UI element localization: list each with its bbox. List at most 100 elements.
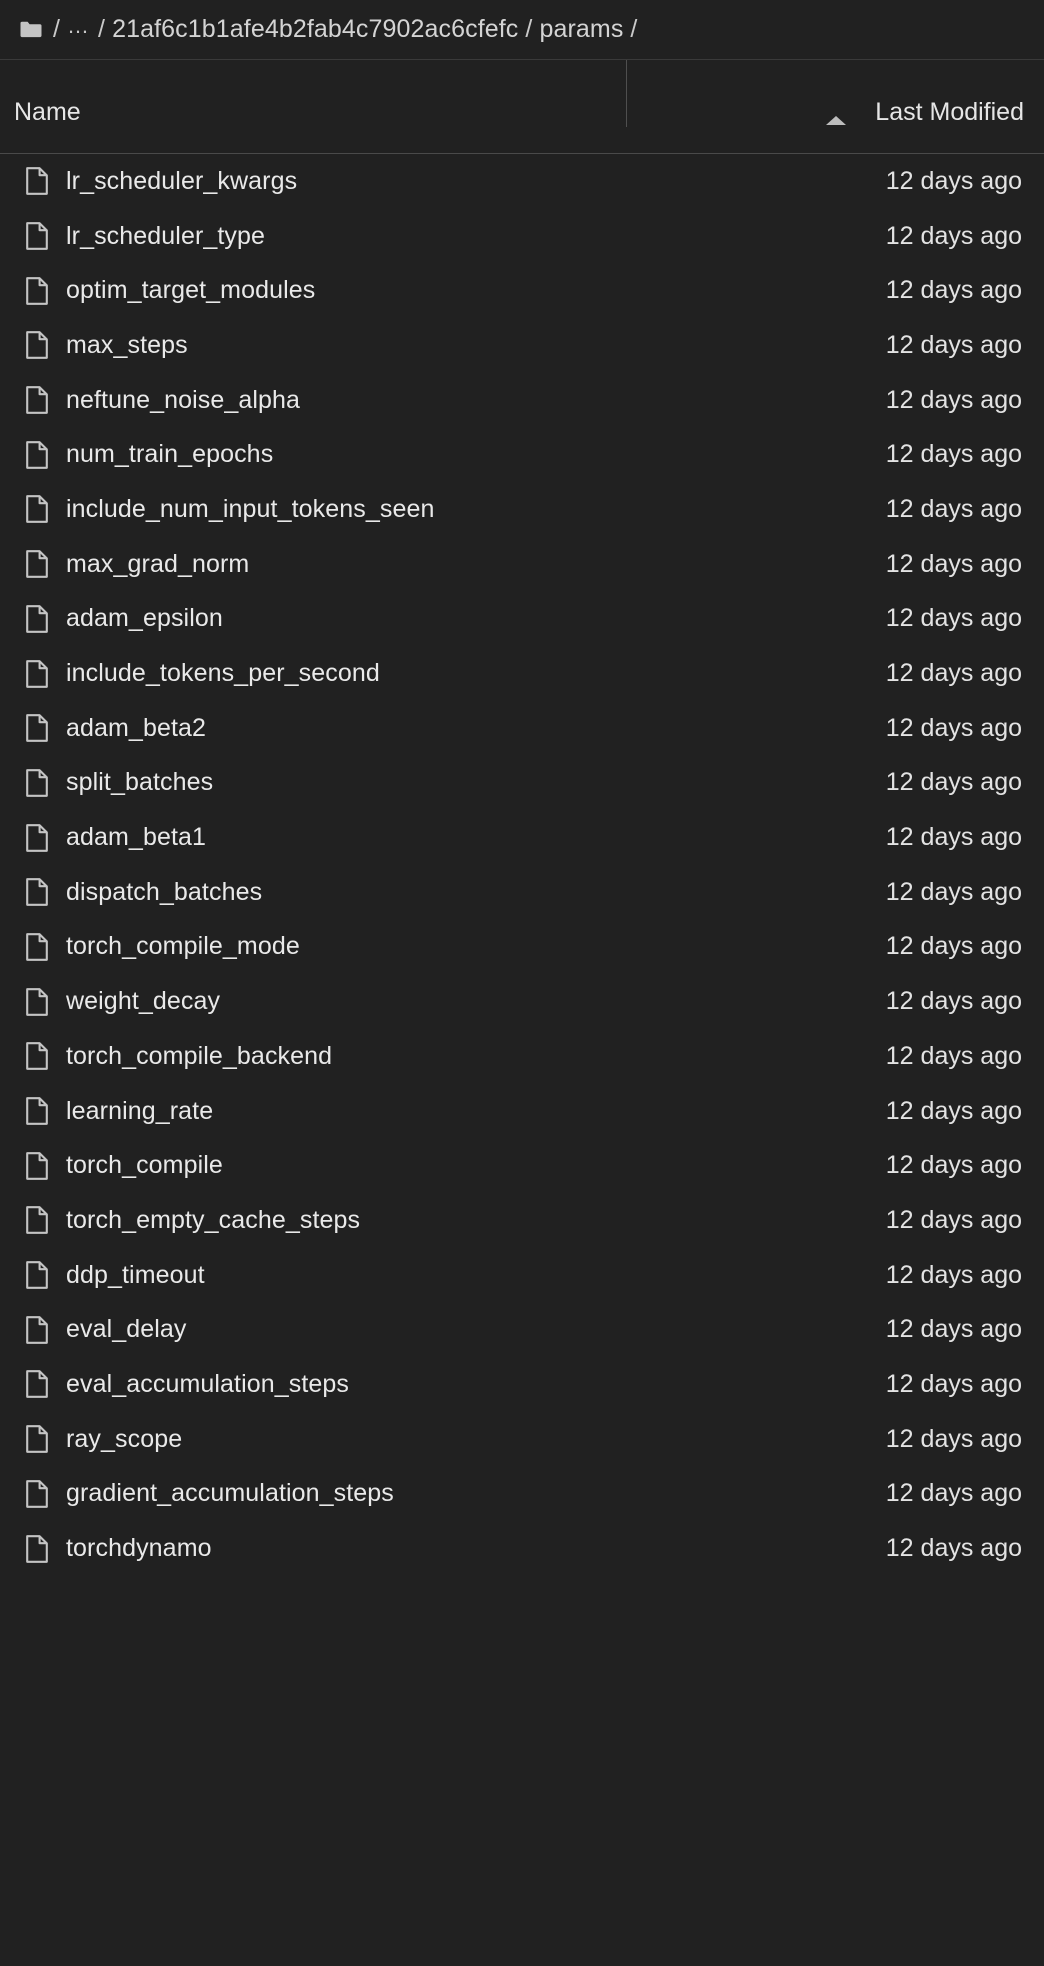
breadcrumb-overflow-ellipsis[interactable]: … [67,14,91,37]
file-icon [26,714,48,743]
row-name-cell: torch_compile_mode [0,932,626,961]
file-icon [26,659,48,688]
file-name-label: torch_compile_mode [66,932,300,961]
row-name-cell: neftune_noise_alpha [0,386,626,415]
file-name-label: lr_scheduler_kwargs [66,166,298,195]
table-row[interactable]: dispatch_batches 12 days ago [0,865,1044,920]
row-name-cell: max_steps [0,331,626,360]
table-row[interactable]: torch_compile 12 days ago [0,1138,1044,1193]
folder-icon[interactable] [20,21,42,38]
table-row[interactable]: eval_delay 12 days ago [0,1302,1044,1357]
row-last-modified-cell: 12 days ago [885,659,1022,688]
file-icon [26,550,48,579]
file-name-label: include_num_input_tokens_seen [66,494,435,523]
row-name-cell: num_train_epochs [0,440,626,469]
table-row[interactable]: num_train_epochs 12 days ago [0,427,1044,482]
file-icon [26,1315,48,1344]
column-header-name[interactable]: Name [0,60,626,127]
file-name-label: neftune_noise_alpha [66,385,301,414]
row-last-modified-cell: 12 days ago [885,1205,1022,1234]
file-name-label: ray_scope [66,1424,183,1453]
row-name-cell: lr_scheduler_kwargs [0,167,626,196]
row-name-cell: adam_epsilon [0,604,626,633]
table-row[interactable]: include_tokens_per_second 12 days ago [0,646,1044,701]
table-row[interactable]: torchdynamo 12 days ago [0,1521,1044,1576]
table-row[interactable]: torch_empty_cache_steps 12 days ago [0,1193,1044,1248]
row-name-cell: weight_decay [0,987,626,1016]
table-row[interactable]: max_steps 12 days ago [0,318,1044,373]
table-row[interactable]: neftune_noise_alpha 12 days ago [0,373,1044,428]
row-last-modified-cell: 12 days ago [885,1369,1022,1398]
row-last-modified-cell: 12 days ago [885,385,1022,414]
file-name-label: dispatch_batches [66,877,263,906]
table-row[interactable]: eval_accumulation_steps 12 days ago [0,1357,1044,1412]
column-header-last-modified[interactable]: Last Modified [626,60,1044,127]
table-row[interactable]: ray_scope 12 days ago [0,1412,1044,1467]
file-name-label: optim_target_modules [66,276,316,305]
file-icon [26,769,48,797]
table-row[interactable]: adam_beta1 12 days ago [0,810,1044,865]
table-row[interactable]: gradient_accumulation_steps 12 days ago [0,1467,1044,1522]
file-name-label: adam_beta2 [66,713,207,742]
row-name-cell: adam_beta2 [0,714,626,743]
breadcrumb-separator-0: / [53,15,61,43]
file-name-label: torch_compile_backend [66,1041,333,1070]
row-name-cell: include_tokens_per_second [0,659,626,688]
file-name-label: weight_decay [66,987,221,1016]
table-row[interactable]: torch_compile_backend 12 days ago [0,1029,1044,1084]
breadcrumb-separator-1: / [98,15,106,43]
caret-up-icon [825,116,846,125]
row-last-modified-cell: 12 days ago [885,166,1022,195]
file-icon [26,1042,48,1071]
file-name-label: ddp_timeout [66,1260,205,1289]
row-last-modified-cell: 12 days ago [885,604,1022,633]
table-row[interactable]: adam_epsilon 12 days ago [0,592,1044,647]
file-icon [26,987,48,1016]
file-icon [26,1479,48,1508]
file-icon [26,495,48,524]
row-last-modified-cell: 12 days ago [885,987,1022,1016]
file-name-label: adam_epsilon [66,604,223,633]
row-name-cell: ray_scope [0,1425,626,1454]
file-name-label: torchdynamo [66,1534,212,1563]
table-row[interactable]: max_grad_norm 12 days ago [0,537,1044,592]
file-icon [26,604,48,633]
row-name-cell: include_num_input_tokens_seen [0,495,626,524]
breadcrumb: / … / 21af6c1b1afe4b2fab4c7902ac6cfefc /… [0,0,1044,60]
file-name-label: eval_delay [66,1315,187,1344]
file-name-label: max_steps [66,330,188,359]
breadcrumb-segment-hash[interactable]: 21af6c1b1afe4b2fab4c7902ac6cfefc [112,17,518,42]
table-row[interactable]: lr_scheduler_kwargs 12 days ago [0,154,1044,209]
table-row[interactable]: include_num_input_tokens_seen 12 days ag… [0,482,1044,537]
table-row[interactable]: ddp_timeout 12 days ago [0,1248,1044,1303]
file-icon [26,331,48,360]
file-icon [26,1206,48,1235]
file-name-label: max_grad_norm [66,549,250,578]
row-name-cell: learning_rate [0,1097,626,1126]
table-row[interactable]: weight_decay 12 days ago [0,974,1044,1029]
table-row[interactable]: lr_scheduler_type 12 days ago [0,209,1044,264]
table-row[interactable]: adam_beta2 12 days ago [0,701,1044,756]
row-last-modified-cell: 12 days ago [885,768,1022,797]
row-last-modified-cell: 12 days ago [885,276,1022,305]
file-icon [26,440,48,469]
row-last-modified-cell: 12 days ago [885,823,1022,852]
breadcrumb-segment-params[interactable]: params [539,17,623,42]
row-name-cell: eval_delay [0,1315,626,1344]
table-row[interactable]: learning_rate 12 days ago [0,1084,1044,1139]
row-name-cell: ddp_timeout [0,1261,626,1290]
row-name-cell: lr_scheduler_type [0,222,626,251]
file-icon [26,1370,48,1399]
column-header-last-modified-label: Last Modified [875,98,1024,126]
file-name-label: torch_compile [66,1151,223,1180]
row-last-modified-cell: 12 days ago [885,330,1022,359]
table-row[interactable]: torch_compile_mode 12 days ago [0,920,1044,975]
file-icon [26,1534,48,1563]
file-name-label: adam_beta1 [66,823,207,852]
row-last-modified-cell: 12 days ago [885,1315,1022,1344]
table-row[interactable]: optim_target_modules 12 days ago [0,263,1044,318]
file-name-label: lr_scheduler_type [66,221,266,250]
row-name-cell: torch_compile [0,1151,626,1180]
row-name-cell: torch_empty_cache_steps [0,1206,626,1235]
table-row[interactable]: split_batches 12 days ago [0,756,1044,811]
